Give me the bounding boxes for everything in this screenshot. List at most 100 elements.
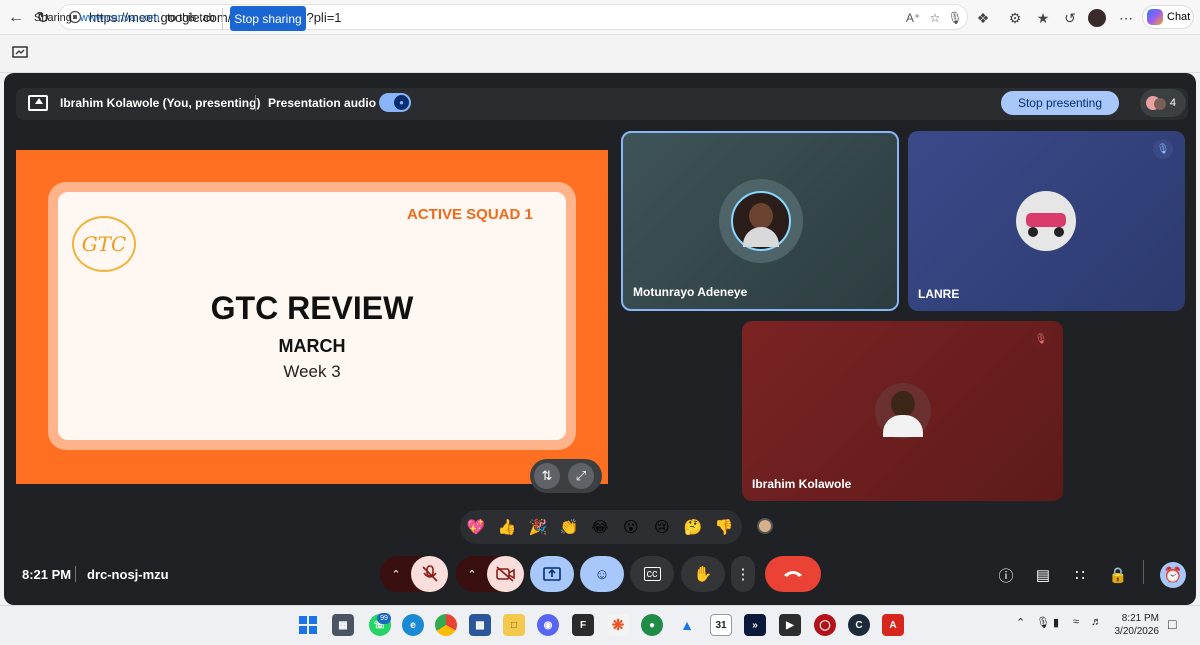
wifi-icon[interactable]: ≈ <box>1073 616 1079 628</box>
more-menu-icon[interactable]: ⋯ <box>1116 8 1136 28</box>
squad-label: ACTIVE SQUAD 1 <box>407 206 533 223</box>
file-explorer-icon[interactable]: □ <box>503 614 525 636</box>
copilot-chat-button[interactable]: Chat <box>1142 5 1194 29</box>
participant-tile[interactable]: Motunrayo Adeneye <box>621 131 899 311</box>
system-time: 8:21 PM <box>1121 613 1159 624</box>
camera-off-button[interactable] <box>487 556 524 592</box>
slide-month: MARCH <box>278 336 346 356</box>
edge-icon[interactable]: e <box>402 614 424 636</box>
meeting-code: drc-nosj-mzu <box>87 567 169 582</box>
people-count: 4 <box>1169 97 1176 109</box>
meeting-info-icon[interactable]: ⓘ <box>995 564 1017 586</box>
calendar-icon[interactable]: 31 <box>710 614 732 636</box>
sharing-label: Sharing <box>34 12 72 24</box>
notification-center-icon[interactable]: □ <box>1168 616 1176 632</box>
captions-icon: cc <box>643 567 661 581</box>
avatar <box>875 383 931 439</box>
mic-off-icon: 🎙 <box>1153 139 1173 159</box>
microphone-off-button[interactable] <box>411 556 448 592</box>
presentation-audio-toggle[interactable]: ● <box>379 93 411 112</box>
people-button[interactable]: 4 <box>1140 89 1186 117</box>
sad-reaction-icon[interactable]: 😢 <box>651 516 673 538</box>
present-screen-icon <box>28 95 48 111</box>
party-popper-reaction-icon[interactable]: 🎉 <box>527 516 549 538</box>
microphone-icon[interactable]: 🎙 <box>947 10 963 26</box>
end-call-icon <box>784 571 802 577</box>
video-app-icon[interactable]: ▶ <box>779 614 801 636</box>
stop-presenting-button[interactable]: Stop presenting <box>1001 91 1119 115</box>
laughing-reaction-icon[interactable]: 😂 <box>589 516 611 538</box>
divider <box>222 8 223 30</box>
timer-icon[interactable]: ⏰ <box>1160 562 1186 588</box>
thumbs-down-reaction-icon[interactable]: 👎 <box>713 516 735 538</box>
camera-off-icon <box>495 566 515 582</box>
stop-sharing-button[interactable]: Stop sharing <box>230 6 306 31</box>
extensions-icon[interactable]: ❖ <box>973 8 993 28</box>
present-screen-icon <box>543 567 561 581</box>
spark-app-icon[interactable]: ❋ <box>607 614 629 636</box>
participant-name: LANRE <box>918 287 960 301</box>
clapping-reaction-icon[interactable]: 👏 <box>558 516 580 538</box>
gtc-logo: GTC <box>72 216 136 272</box>
mic-tray-icon[interactable]: 🎙 <box>1036 616 1050 629</box>
participant-tile[interactable]: 🎙 LANRE <box>908 131 1185 311</box>
acrobat-icon[interactable]: A <box>882 614 904 636</box>
leave-call-button[interactable] <box>765 556 821 592</box>
raise-hand-button[interactable]: ✋ <box>681 556 725 592</box>
divider <box>255 95 256 111</box>
more-options-button[interactable]: ⋮ <box>731 556 755 592</box>
present-now-button[interactable] <box>530 556 574 592</box>
slide-title: GTC REVIEW <box>210 290 414 326</box>
battery-icon[interactable]: ▮ <box>1053 616 1059 629</box>
host-controls-icon[interactable]: 🔒 <box>1107 564 1129 586</box>
more-vert-icon: ⋮ <box>735 566 751 583</box>
skin-tone-picker[interactable] <box>757 518 773 534</box>
heart-reaction-icon[interactable]: 💖 <box>465 516 487 538</box>
profile-avatar[interactable] <box>1087 8 1107 28</box>
shared-site-link[interactable]: www.canva.com <box>80 12 159 24</box>
avatar <box>731 191 791 251</box>
chat-icon[interactable]: ▤ <box>1032 564 1054 586</box>
notification-badge: 99 <box>377 613 391 624</box>
volume-icon[interactable]: ♬ <box>1091 616 1102 628</box>
activities-icon[interactable]: ∷ <box>1069 564 1091 586</box>
thumbs-up-reaction-icon[interactable]: 👍 <box>496 516 518 538</box>
favorite-star-icon[interactable]: ☆ <box>927 10 943 26</box>
copilot-icon <box>1147 9 1163 25</box>
favorites-icon[interactable]: ★ <box>1033 8 1053 28</box>
start-icon[interactable] <box>299 616 317 634</box>
read-aloud-icon[interactable]: A⁺ <box>905 10 921 26</box>
captions-button[interactable]: cc <box>630 556 674 592</box>
figma-icon[interactable]: F <box>572 614 594 636</box>
video-options-chevron-icon[interactable]: ⌃ <box>460 556 484 592</box>
task-view-icon[interactable]: ▦ <box>332 614 354 636</box>
history-icon[interactable]: ↺ <box>1060 8 1080 28</box>
show-hidden-icons[interactable]: ⌃ <box>1016 616 1025 629</box>
surprised-reaction-icon[interactable]: 😮 <box>620 516 642 538</box>
thinking-reaction-icon[interactable]: 🤔 <box>682 516 704 538</box>
browser-app-icon[interactable]: ● <box>641 614 663 636</box>
divider <box>1143 560 1144 584</box>
opera-icon[interactable]: ◯ <box>814 614 836 636</box>
browser-essentials-icon[interactable]: ⚙ <box>1005 8 1025 28</box>
reactions-button[interactable]: ☺ <box>580 556 624 592</box>
chrome-icon[interactable] <box>435 614 457 636</box>
participant-name: Ibrahim Kolawole <box>752 477 852 491</box>
participant-tile[interactable]: 🎙 Ibrahim Kolawole <box>742 321 1063 501</box>
capcut-icon[interactable]: C <box>848 614 870 636</box>
system-clock[interactable]: 8:21 PM 3/20/2026 <box>1109 612 1160 638</box>
media-app-icon[interactable]: » <box>744 614 766 636</box>
store-icon[interactable]: ▩ <box>469 614 491 636</box>
back-icon[interactable]: ← <box>5 7 27 29</box>
tab-sharing-bar <box>0 35 1200 73</box>
meeting-time: 8:21 PM <box>22 567 72 582</box>
to-tab-label: to this tab <box>167 12 215 24</box>
discord-icon[interactable]: ◉ <box>537 614 559 636</box>
audio-options-chevron-icon[interactable]: ⌃ <box>384 556 408 592</box>
pin-app-icon[interactable]: ▲ <box>676 614 698 636</box>
swap-view-icon[interactable]: ⇅ <box>534 463 560 489</box>
divider <box>75 566 76 582</box>
screen-share-icon <box>12 46 28 58</box>
fullscreen-icon[interactable]: ⤢ <box>568 463 594 489</box>
participant-name: Motunrayo Adeneye <box>633 285 748 299</box>
